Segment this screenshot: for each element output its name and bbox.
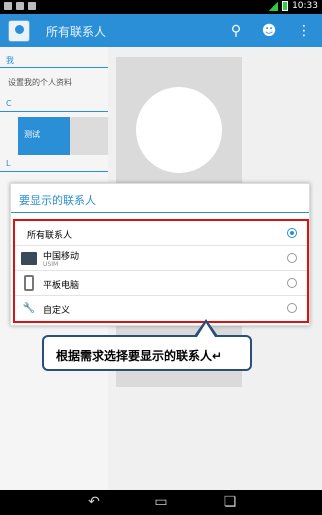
radio-button-selected[interactable]	[287, 228, 297, 238]
app-bar: 所有联系人 ⚲ ☻ ⋮	[0, 14, 322, 47]
status-time: 10:33	[292, 1, 318, 11]
notification-icons	[4, 2, 36, 10]
search-icon[interactable]: ⚲	[226, 21, 246, 41]
contact-item-selected[interactable]: 测试	[18, 117, 108, 155]
avatar-head	[136, 87, 222, 173]
dialog-title: 要显示的联系人	[19, 194, 96, 207]
signal-icon	[268, 1, 279, 11]
option-label: 自定义	[43, 306, 71, 316]
app-title[interactable]: 所有联系人	[46, 23, 106, 40]
option-china-mobile[interactable]: 中国移动 USIM	[15, 246, 307, 271]
option-custom[interactable]: 🔧 自定义	[15, 296, 307, 321]
sim-card-icon	[21, 252, 37, 265]
section-header-l: L	[0, 159, 108, 172]
callout-text: 根据需求选择要显示的联系人↵	[56, 349, 223, 363]
radio-button[interactable]	[287, 303, 297, 313]
contacts-app-icon[interactable]	[8, 20, 30, 42]
notification-icon	[28, 2, 36, 10]
option-label: 平板电脑	[43, 281, 80, 291]
contacts-to-display-dialog: 要显示的联系人 所有联系人 中国移动 USIM 平板电脑 🔧 自定义	[10, 183, 310, 326]
wrench-icon: 🔧	[22, 303, 36, 314]
section-header-me: 我	[0, 55, 108, 68]
status-bar: 10:33	[0, 0, 322, 14]
contact-avatar	[70, 117, 108, 155]
battery-icon	[282, 1, 289, 11]
add-contact-icon[interactable]: ☻	[259, 21, 279, 41]
display-options-list: 所有联系人 中国移动 USIM 平板电脑 🔧 自定义	[13, 219, 309, 323]
option-label: 所有联系人	[27, 231, 73, 241]
option-tablet[interactable]: 平板电脑	[15, 271, 307, 296]
notification-icon	[16, 2, 24, 10]
navigation-bar: ↶ ▭ ❏	[0, 490, 322, 515]
contact-name: 测试	[24, 130, 40, 139]
overflow-menu-icon[interactable]: ⋮	[294, 21, 314, 41]
radio-button[interactable]	[287, 253, 297, 263]
option-all-contacts[interactable]: 所有联系人	[15, 221, 307, 246]
notification-icon	[4, 2, 12, 10]
home-icon[interactable]: ▭	[149, 493, 173, 511]
section-header-c: C	[0, 99, 108, 112]
instruction-callout: 根据需求选择要显示的联系人↵	[42, 319, 252, 371]
dialog-divider	[11, 212, 309, 213]
option-sublabel: USIM	[43, 261, 59, 268]
back-icon[interactable]: ↶	[82, 493, 106, 511]
setup-profile-item[interactable]: 设置我的个人资料	[8, 77, 72, 88]
radio-button[interactable]	[287, 278, 297, 288]
tablet-icon	[24, 275, 34, 291]
recent-apps-icon[interactable]: ❏	[218, 493, 242, 511]
